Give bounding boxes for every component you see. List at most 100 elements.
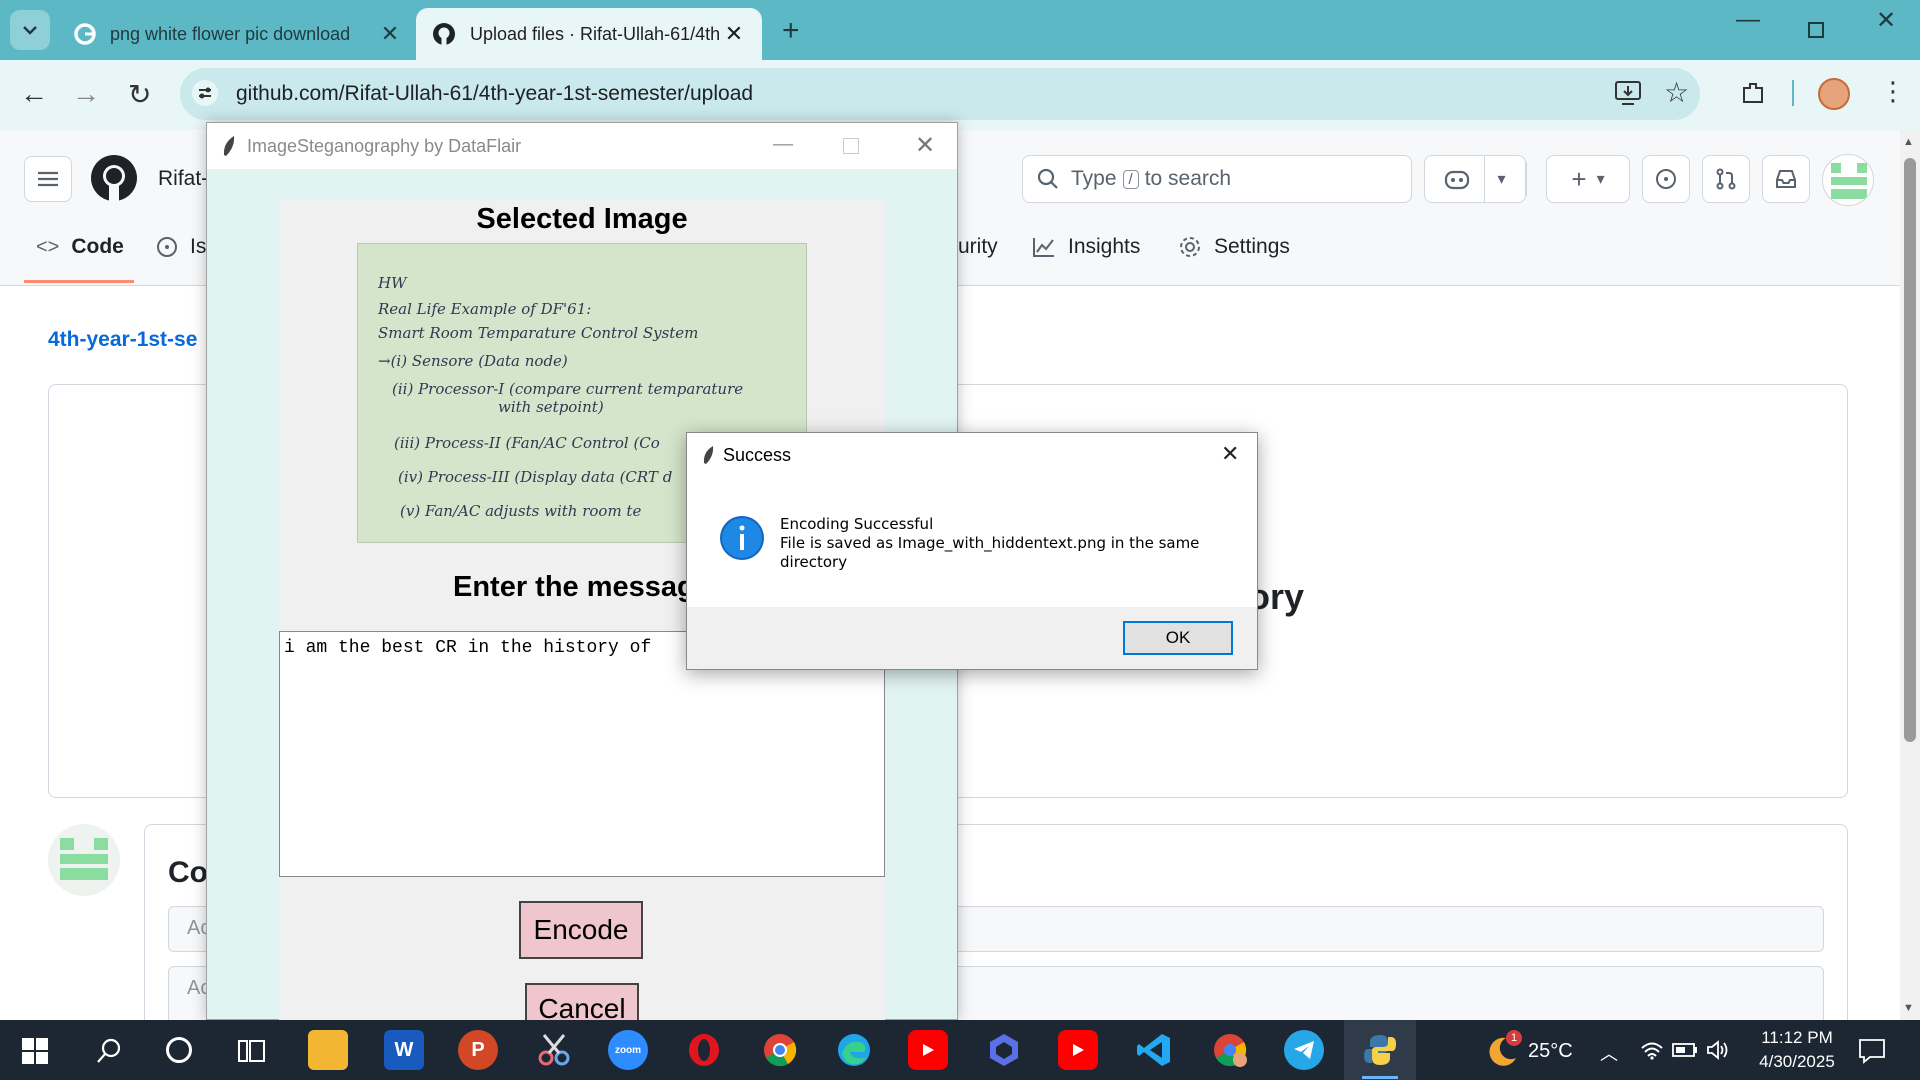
issues-button[interactable]	[1642, 155, 1690, 203]
tab-google-search[interactable]: png white flower pic download ✕	[58, 8, 418, 60]
vscode-icon[interactable]	[1134, 1030, 1174, 1070]
active-app-indicator	[1362, 1076, 1398, 1079]
enter-message-heading: Enter the messag	[453, 571, 695, 603]
app-title: ImageSteganography by DataFlair	[247, 135, 522, 156]
close-icon[interactable]: ✕	[1221, 441, 1239, 467]
feather-icon	[221, 135, 237, 157]
tab-security-label: urity	[958, 235, 998, 258]
tab-search-button[interactable]	[10, 10, 50, 50]
install-app-icon[interactable]	[1614, 80, 1642, 106]
chrome-profile-icon[interactable]	[1210, 1030, 1250, 1070]
telegram-icon[interactable]	[1284, 1030, 1324, 1070]
edge-icon[interactable]	[834, 1030, 874, 1070]
pull-requests-button[interactable]	[1702, 155, 1750, 203]
chevron-up-icon[interactable]: ︿	[1600, 1040, 1618, 1066]
close-icon[interactable]: ✕	[915, 131, 935, 160]
file-explorer-icon[interactable]	[308, 1030, 348, 1070]
search-icon[interactable]	[96, 1038, 122, 1064]
note-line: (iv) Process-III (Display data (CRT d	[398, 468, 673, 486]
github-search-input[interactable]: Type / to search	[1022, 155, 1412, 203]
restore-icon[interactable]	[1808, 22, 1824, 38]
windows-taskbar	[0, 1020, 1920, 1080]
minimize-icon[interactable]: —	[1736, 6, 1760, 34]
tab-settings-label: Settings	[1214, 235, 1290, 258]
maximize-icon	[843, 138, 859, 154]
task-view-icon[interactable]	[238, 1038, 266, 1064]
address-bar[interactable]: github.com/Rifat-Ullah-61/4th-year-1st-s…	[180, 68, 1700, 120]
encode-button[interactable]: Encode	[519, 901, 643, 959]
new-tab-plus-icon[interactable]: +	[782, 14, 800, 48]
note-line: HW	[378, 274, 407, 292]
powerpoint-icon[interactable]: P	[458, 1030, 498, 1070]
github-icon	[433, 23, 455, 45]
chevron-down-icon	[23, 26, 37, 35]
tab-issues[interactable]: Is	[156, 235, 206, 259]
graph-icon	[1033, 238, 1054, 257]
clock[interactable]: 11:12 PM 4/30/2025	[1742, 1026, 1852, 1074]
forward-arrow-icon[interactable]: →	[72, 78, 100, 110]
cancel-button[interactable]: Cancel	[525, 983, 639, 1023]
back-arrow-icon[interactable]: ←	[20, 78, 48, 110]
repo-owner-link[interactable]: Rifat-	[158, 167, 208, 191]
tab-code[interactable]: <> Code	[36, 235, 124, 259]
cortana-icon[interactable]	[166, 1037, 192, 1063]
tab-security[interactable]: urity	[958, 235, 998, 259]
browser-menu-icon[interactable]: ⋮	[1880, 76, 1906, 107]
windows-start-icon[interactable]	[22, 1038, 48, 1064]
note-line: (iii) Process-II (Fan/AC Control (Co	[394, 434, 660, 452]
reload-icon[interactable]: ↻	[128, 78, 151, 111]
dialog-message: Encoding Successful File is saved as Ima…	[780, 515, 1240, 572]
note-line: (v) Fan/AC adjusts with room te	[400, 502, 642, 520]
zoom-icon[interactable]: zoom	[608, 1030, 648, 1070]
word-icon[interactable]: W	[384, 1030, 424, 1070]
inbox-icon	[1776, 170, 1796, 188]
tab-title: Upload files · Rifat-Ullah-61/4th	[470, 23, 721, 44]
header-divider	[1526, 162, 1527, 196]
tab-settings[interactable]: Settings	[1178, 235, 1290, 259]
profile-avatar[interactable]	[1818, 78, 1850, 110]
ok-button[interactable]: OK	[1123, 621, 1233, 655]
page-scrollbar-thumb[interactable]	[1904, 158, 1916, 742]
hamburger-icon	[38, 171, 58, 187]
tab-issues-label: Is	[190, 235, 207, 258]
wifi-icon[interactable]	[1640, 1040, 1664, 1060]
temperature-text[interactable]: 25°C	[1528, 1040, 1573, 1063]
minimize-icon[interactable]: —	[773, 133, 793, 156]
issue-icon	[157, 237, 177, 257]
battery-icon[interactable]	[1672, 1042, 1698, 1058]
github-logo-icon[interactable]	[90, 154, 138, 202]
tab-github-upload[interactable]: Upload files · Rifat-Ullah-61/4th ✕	[416, 8, 762, 60]
dialog-title: Success	[723, 444, 792, 465]
tab-insights[interactable]: Insights	[1032, 235, 1140, 259]
info-icon	[719, 515, 765, 561]
close-window-icon[interactable]: ✕	[1876, 6, 1896, 35]
note-line: Real Life Example of DF'61:	[378, 300, 592, 318]
code-icon: <>	[36, 235, 60, 258]
copilot-button[interactable]: ▾	[1424, 155, 1526, 203]
issue-icon	[1656, 169, 1676, 189]
copilot-icon[interactable]	[984, 1030, 1024, 1070]
bookmark-star-icon[interactable]: ☆	[1664, 76, 1689, 109]
scroll-up-icon[interactable]: ▲	[1903, 136, 1914, 148]
snipping-tool-icon[interactable]	[534, 1030, 574, 1070]
note-line: →(i) Sensore (Data node)	[378, 352, 568, 370]
hamburger-menu-button[interactable]	[24, 156, 72, 202]
chrome-icon[interactable]	[760, 1030, 800, 1070]
extensions-icon[interactable]	[1740, 80, 1766, 106]
speaker-icon[interactable]	[1706, 1040, 1730, 1060]
inbox-button[interactable]	[1762, 155, 1810, 203]
tab-insights-label: Insights	[1068, 235, 1141, 258]
close-tab-icon[interactable]: ✕	[722, 21, 746, 47]
python-icon[interactable]	[1360, 1030, 1400, 1070]
breadcrumb-repo-link[interactable]: 4th-year-1st-se	[48, 328, 197, 352]
site-info-icon[interactable]	[192, 80, 218, 106]
create-new-button[interactable]: + ▾	[1546, 155, 1630, 203]
close-tab-icon[interactable]: ✕	[378, 21, 402, 47]
notification-center-icon[interactable]	[1858, 1038, 1886, 1064]
opera-icon[interactable]	[684, 1030, 724, 1070]
user-avatar[interactable]	[1822, 154, 1874, 206]
scroll-down-icon[interactable]: ▼	[1903, 1002, 1914, 1014]
youtube-icon[interactable]	[1058, 1030, 1098, 1070]
dialog-message-line: Encoding Successful	[780, 515, 934, 533]
youtube-icon[interactable]	[908, 1030, 948, 1070]
